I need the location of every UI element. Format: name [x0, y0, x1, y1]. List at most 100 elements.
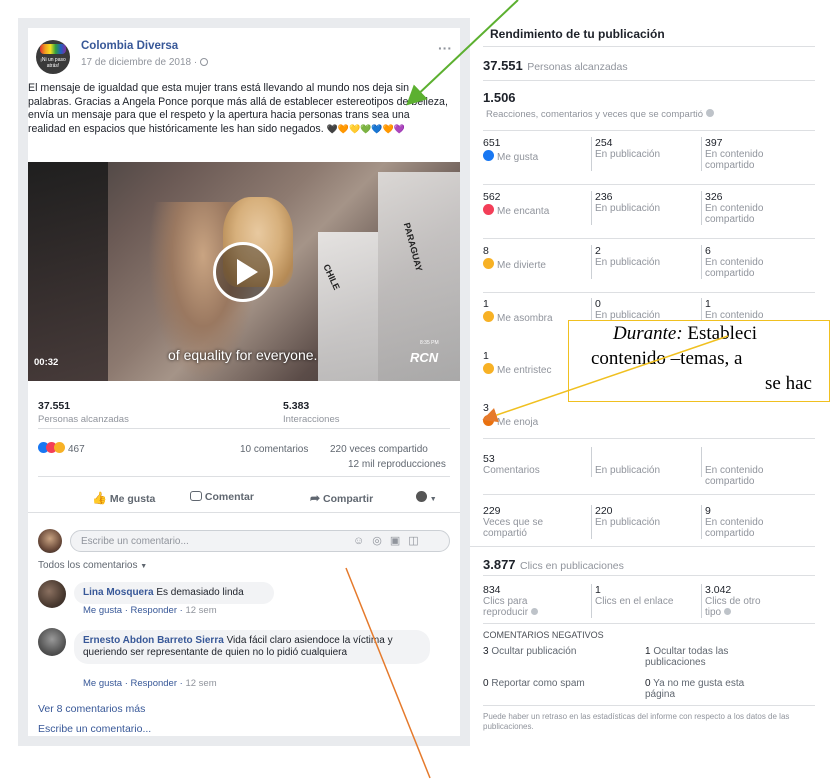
- info-icon[interactable]: [705, 109, 714, 117]
- haha-reaction-icon: [483, 258, 494, 269]
- comment-time[interactable]: 12 sem: [185, 605, 216, 616]
- negative-value: 1: [645, 646, 651, 657]
- row-on-shared: 6: [705, 245, 711, 257]
- comment-reply-link[interactable]: Responder: [131, 678, 177, 689]
- reactions-summary[interactable]: 467: [38, 442, 85, 455]
- post-as-selector[interactable]: ▼: [416, 491, 437, 504]
- like-button[interactable]: 👍 Me gusta: [92, 491, 155, 505]
- reaction-row: 8 Me divierte 2 En publicación 6 En cont…: [483, 245, 815, 293]
- info-icon[interactable]: [530, 608, 538, 615]
- negative-value: 0: [645, 678, 651, 689]
- divider: [483, 438, 815, 439]
- share-button[interactable]: ➦ Compartir: [310, 491, 373, 505]
- divider: [483, 184, 815, 185]
- camera-icon[interactable]: ◎: [372, 535, 390, 547]
- click-label: Clics de otro tipo: [705, 596, 765, 618]
- comment-input[interactable]: Escribe un comentario... ☺◎▣◫: [70, 530, 450, 552]
- like-label: Me gusta: [109, 493, 156, 505]
- negative-title: COMENTARIOS NEGATIVOS: [483, 630, 604, 640]
- comments-count[interactable]: 10 comentarios: [240, 444, 308, 455]
- divider: [38, 476, 450, 477]
- reactions-count: 467: [68, 444, 85, 455]
- clicks-label: Clics en publicaciones: [520, 560, 624, 572]
- click-label-text: Clics de otro tipo: [705, 596, 761, 618]
- comment-button[interactable]: Comentar: [190, 491, 254, 503]
- info-icon[interactable]: [723, 608, 731, 615]
- comment-author[interactable]: Lina Mosquera: [83, 587, 154, 598]
- clicks-row: 834 Clics para reproducir 1 Clics en el …: [483, 584, 815, 624]
- row-label: Me encanta: [483, 204, 549, 217]
- column-divider: [701, 245, 702, 279]
- comment-author[interactable]: Ernesto Abdon Barreto Sierra: [83, 635, 224, 646]
- annotation-line-1-text: Estableci: [682, 323, 758, 344]
- row-on-shared: 9: [705, 505, 711, 517]
- click-label: Clics para reproducir: [483, 596, 553, 618]
- reach-value: 37.551: [483, 58, 523, 73]
- row-on-shared-label: En contenido compartido: [705, 203, 764, 225]
- comment-meta: Me gusta · Responder · 12 sem: [83, 678, 217, 689]
- interactions-value: 5.383: [283, 400, 310, 412]
- negative-value: 0: [483, 678, 489, 689]
- annotation-line-2: contenido –temas, a: [591, 348, 743, 369]
- divider: [28, 512, 460, 513]
- video-player[interactable]: CHILE PARAGUAY of equality for everyone.…: [28, 162, 460, 381]
- row-on-post: 0: [595, 298, 601, 310]
- row-total: 1: [483, 298, 489, 310]
- negative-label: Ocultar todas las publicaciones: [645, 646, 729, 668]
- play-button[interactable]: [213, 242, 273, 302]
- more-options-icon[interactable]: ···: [438, 40, 452, 56]
- write-comment-link[interactable]: Escribe un comentario...: [38, 723, 151, 735]
- comment-filter[interactable]: Todos los comentarios ▼: [38, 560, 147, 571]
- comment-avatar[interactable]: [38, 628, 66, 656]
- divider: [483, 292, 815, 293]
- row-label: Me gusta: [483, 150, 538, 163]
- video-corner-time: 8:35 PM: [420, 340, 439, 346]
- gif-icon[interactable]: ▣: [390, 535, 408, 547]
- post-date[interactable]: 17 de diciembre de 2018 ·: [81, 57, 208, 68]
- shares-count[interactable]: 220 veces compartido: [330, 444, 428, 455]
- comment-avatar[interactable]: [38, 580, 66, 608]
- negative-label: Ocultar publicación: [491, 646, 577, 657]
- sticker-icon[interactable]: ◫: [408, 535, 426, 547]
- row-label: Veces que se compartió: [483, 517, 544, 539]
- divider: [483, 238, 815, 239]
- row-on-post-label: En publicación: [595, 517, 661, 528]
- post-text: El mensaje de igualdad que esta mujer tr…: [28, 82, 450, 136]
- divider: [38, 428, 450, 429]
- engagement-label: Reacciones, comentarios y veces que se c…: [486, 109, 714, 120]
- post-date-text: 17 de diciembre de 2018 ·: [81, 57, 200, 68]
- negative-item: 3 Ocultar publicación: [483, 646, 576, 657]
- column-divider: [591, 447, 592, 477]
- row-total: 562: [483, 191, 501, 203]
- emoji-icon[interactable]: ☺: [353, 535, 372, 547]
- report-footnote: Puede haber un retraso en las estadístic…: [483, 712, 790, 731]
- row-on-post: 2: [595, 245, 601, 257]
- negative-label: Reportar como spam: [491, 678, 585, 689]
- love-reaction-icon: [483, 204, 494, 215]
- globe-icon: [199, 58, 208, 66]
- comment-time[interactable]: 12 sem: [185, 678, 216, 689]
- click-value: 1: [595, 584, 601, 596]
- page-avatar-icon: [416, 491, 427, 502]
- post-card: ¡Ni un paso atrás! Colombia Diversa 17 d…: [28, 28, 460, 593]
- page-name[interactable]: Colombia Diversa: [81, 40, 178, 52]
- page-avatar[interactable]: ¡Ni un paso atrás!: [36, 40, 70, 74]
- negative-item: 0 Reportar como spam: [483, 678, 585, 689]
- row-on-shared: 1: [705, 298, 711, 310]
- comment-icon: [190, 491, 202, 501]
- comment-reply-link[interactable]: Responder: [131, 605, 177, 616]
- row-label: Me enoja: [483, 415, 538, 428]
- comment-like-link[interactable]: Me gusta: [83, 678, 122, 689]
- divider: [483, 130, 815, 131]
- column-divider: [591, 245, 592, 279]
- clicks-value: 3.877: [483, 557, 516, 572]
- comment-like-link[interactable]: Me gusta: [83, 605, 122, 616]
- column-divider: [701, 137, 702, 171]
- comment-input-icons: ☺◎▣◫: [353, 534, 427, 547]
- row-label-text: Me divierte: [497, 260, 546, 271]
- column-divider: [701, 505, 702, 539]
- more-comments-link[interactable]: Ver 8 comentarios más: [38, 703, 145, 715]
- performance-title: Rendimiento de tu publicación: [490, 27, 665, 41]
- column-divider: [701, 447, 702, 477]
- divider: [483, 494, 815, 495]
